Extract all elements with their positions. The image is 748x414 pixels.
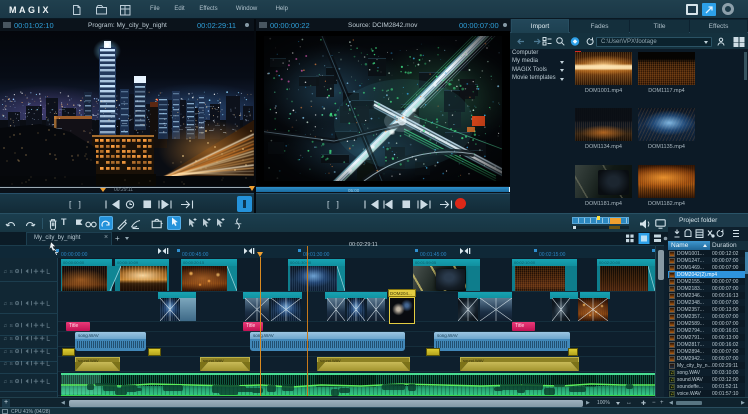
svg-text:S: S [9,269,13,275]
svg-text:S: S [9,323,13,329]
svg-text:♫: ♫ [3,323,7,329]
svg-text:♫: ♫ [3,269,7,275]
svg-text:S: S [9,301,13,307]
svg-text:♫: ♫ [3,361,7,367]
svg-text:♫: ♫ [3,336,7,342]
svg-text:S: S [9,336,13,342]
svg-text:♫: ♫ [3,379,7,385]
svg-text:♫: ♫ [3,349,7,355]
svg-text:♫: ♫ [3,301,7,307]
svg-text:S: S [9,349,13,355]
svg-text:S: S [9,379,13,385]
svg-text:S: S [9,361,13,367]
